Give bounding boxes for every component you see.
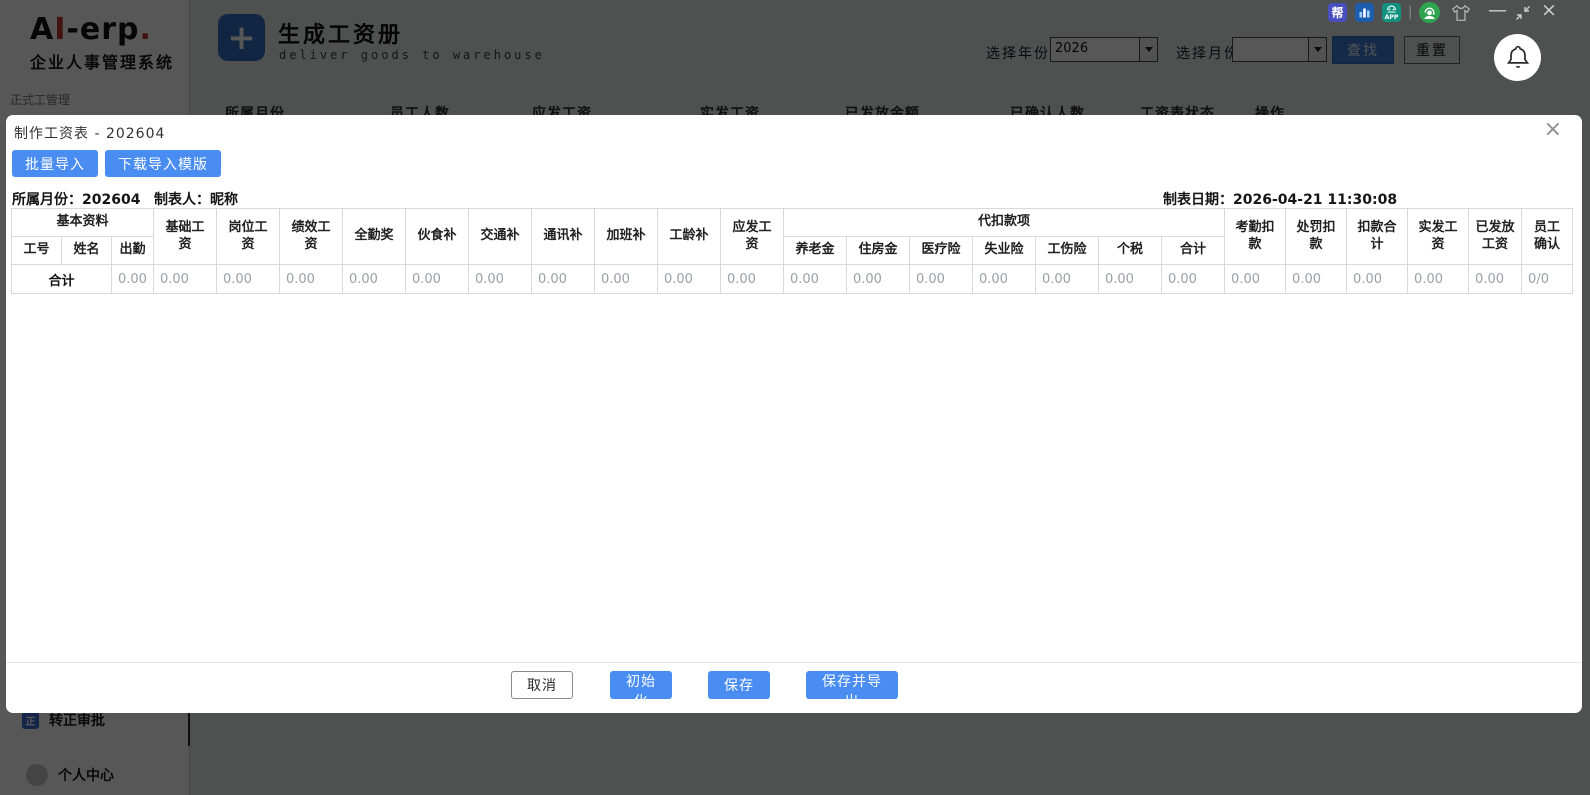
meta-date: 制表日期：2026-04-21 11:30:08 bbox=[1163, 189, 1397, 209]
modal-title: 制作工资表 - 202604 bbox=[14, 123, 165, 143]
column-header: 通讯补 bbox=[532, 209, 595, 265]
skin-tshirt-icon[interactable] bbox=[1450, 4, 1472, 26]
meta-creator: 制表人：昵称 bbox=[154, 189, 238, 209]
cancel-button[interactable]: 取消 bbox=[511, 671, 573, 699]
save-button[interactable]: 保存 bbox=[708, 671, 770, 699]
notification-bell-button[interactable] bbox=[1494, 34, 1541, 81]
total-cell: 0.00 bbox=[658, 265, 721, 294]
total-cell: 0.00 bbox=[217, 265, 280, 294]
table-header-row-1: 基本资料基础工资岗位工资绩效工资全勤奖伙食补交通补通讯补加班补工龄补应发工资代扣… bbox=[12, 209, 1573, 237]
total-cell: 0.00 bbox=[1162, 265, 1225, 294]
column-header: 扣款合计 bbox=[1347, 209, 1408, 265]
column-header: 工伤险 bbox=[1036, 237, 1099, 265]
column-header: 养老金 bbox=[784, 237, 847, 265]
total-label: 合计 bbox=[12, 265, 112, 294]
save-and-export-button[interactable]: 保存并导出 bbox=[806, 671, 898, 699]
total-cell: 0.00 bbox=[469, 265, 532, 294]
column-header: 绩效工资 bbox=[280, 209, 343, 265]
app-badge-icon[interactable]: APP bbox=[1382, 3, 1401, 22]
titlebar-separator: | bbox=[1408, 5, 1412, 20]
column-header: 姓名 bbox=[62, 237, 112, 265]
total-cell: 0.00 bbox=[1099, 265, 1162, 294]
stats-badge-icon[interactable] bbox=[1355, 3, 1374, 22]
column-header: 交通补 bbox=[469, 209, 532, 265]
customer-service-icon[interactable] bbox=[1419, 2, 1440, 27]
initialize-button[interactable]: 初始化 bbox=[610, 671, 672, 699]
column-header: 伙食补 bbox=[406, 209, 469, 265]
total-cell: 0.00 bbox=[280, 265, 343, 294]
column-header: 工龄补 bbox=[658, 209, 721, 265]
total-cell: 0.00 bbox=[112, 265, 154, 294]
column-header: 实发工资 bbox=[1408, 209, 1469, 265]
total-confirm-cell: 0/0 bbox=[1522, 265, 1573, 294]
download-template-button[interactable]: 下载导入模版 bbox=[105, 150, 221, 177]
column-header: 合计 bbox=[1162, 237, 1225, 265]
total-cell: 0.00 bbox=[1347, 265, 1408, 294]
column-header: 已发放工资 bbox=[1469, 209, 1522, 265]
column-header: 住房金 bbox=[847, 237, 910, 265]
footer-divider bbox=[6, 662, 1582, 663]
column-header: 个税 bbox=[1099, 237, 1162, 265]
column-header: 考勤扣款 bbox=[1225, 209, 1286, 265]
group-header-basic: 基本资料 bbox=[12, 209, 154, 237]
total-cell: 0.00 bbox=[784, 265, 847, 294]
total-cell: 0.00 bbox=[847, 265, 910, 294]
column-header: 加班补 bbox=[595, 209, 658, 265]
minimize-button[interactable]: — bbox=[1488, 1, 1507, 20]
total-cell: 0.00 bbox=[1408, 265, 1469, 294]
total-cell: 0.00 bbox=[595, 265, 658, 294]
total-cell: 0.00 bbox=[1286, 265, 1347, 294]
total-cell: 0.00 bbox=[1469, 265, 1522, 294]
total-cell: 0.00 bbox=[343, 265, 406, 294]
restore-window-button[interactable] bbox=[1515, 5, 1531, 25]
column-header: 处罚扣款 bbox=[1286, 209, 1347, 265]
column-header: 失业险 bbox=[973, 237, 1036, 265]
make-payroll-modal: 制作工资表 - 202604 × 批量导入 下载导入模版 所属月份：202604… bbox=[6, 115, 1582, 713]
column-header: 岗位工资 bbox=[217, 209, 280, 265]
total-cell: 0.00 bbox=[406, 265, 469, 294]
bell-icon bbox=[1505, 44, 1531, 72]
total-cell: 0.00 bbox=[1036, 265, 1099, 294]
svg-text:APP: APP bbox=[1385, 14, 1399, 21]
table-total-row: 合计0.000.000.000.000.000.000.000.000.000.… bbox=[12, 265, 1573, 294]
column-header: 基础工资 bbox=[154, 209, 217, 265]
group-header-deductions: 代扣款项 bbox=[784, 209, 1225, 237]
column-header: 员工确认 bbox=[1522, 209, 1573, 265]
total-cell: 0.00 bbox=[721, 265, 784, 294]
meta-month: 所属月份：202604 bbox=[12, 189, 140, 209]
close-window-button[interactable]: × bbox=[1541, 1, 1557, 20]
column-header: 医疗险 bbox=[910, 237, 973, 265]
salary-table: 基本资料基础工资岗位工资绩效工资全勤奖伙食补交通补通讯补加班补工龄补应发工资代扣… bbox=[11, 208, 1573, 294]
column-header: 全勤奖 bbox=[343, 209, 406, 265]
column-header: 应发工资 bbox=[721, 209, 784, 265]
batch-import-button[interactable]: 批量导入 bbox=[12, 150, 98, 177]
close-icon[interactable]: × bbox=[1544, 119, 1562, 141]
column-header: 工号 bbox=[12, 237, 62, 265]
total-cell: 0.00 bbox=[532, 265, 595, 294]
total-cell: 0.00 bbox=[910, 265, 973, 294]
total-cell: 0.00 bbox=[1225, 265, 1286, 294]
total-cell: 0.00 bbox=[154, 265, 217, 294]
help-badge-icon[interactable]: 帮 bbox=[1328, 3, 1347, 22]
total-cell: 0.00 bbox=[973, 265, 1036, 294]
column-header: 出勤 bbox=[112, 237, 154, 265]
